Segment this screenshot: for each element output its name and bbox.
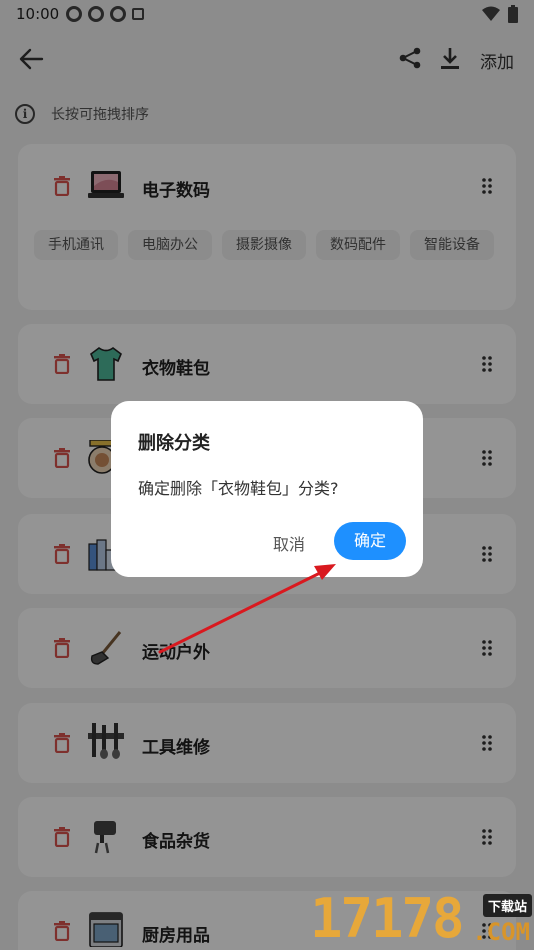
watermark-number: 17178 [310, 887, 465, 950]
watermark-logo: 17178 下载站 .COM [310, 888, 534, 950]
screen: 10:00 添加 i 长按可拖拽排序 电子数码 手机通讯 电脑办公 摄影摄像 数… [0, 0, 534, 950]
watermark-tag: 下载站 [482, 894, 532, 917]
dialog-title: 删除分类 [138, 433, 210, 454]
confirm-button[interactable]: 确定 [334, 522, 406, 560]
dialog-message: 确定删除「衣物鞋包」分类? [138, 479, 339, 498]
delete-confirm-dialog: 删除分类 确定删除「衣物鞋包」分类? 取消 确定 [111, 401, 423, 577]
watermark-domain: .COM [472, 918, 530, 946]
cancel-button[interactable]: 取消 [273, 531, 305, 555]
